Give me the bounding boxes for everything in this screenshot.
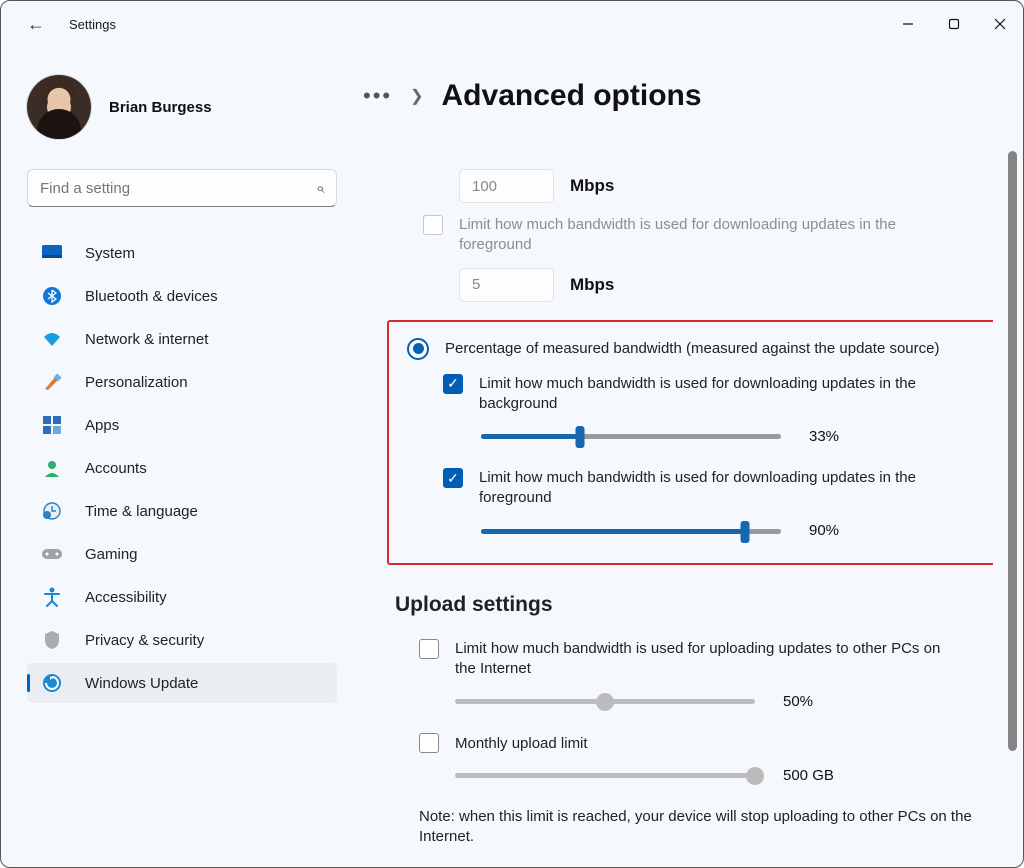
sidebar-item-label: Apps (85, 417, 119, 434)
bg-percent-value: 33% (809, 428, 869, 445)
wifi-icon (41, 328, 63, 350)
sidebar-item-label: Network & internet (85, 331, 208, 348)
mbps-unit: Mbps (570, 275, 614, 295)
page-title: Advanced options (442, 79, 702, 113)
bg-percent-checkbox[interactable]: ✓ (443, 374, 463, 394)
sidebar-item-apps[interactable]: Apps (27, 405, 337, 445)
monthly-limit-slider[interactable] (455, 765, 755, 785)
upload-limit-checkbox[interactable] (419, 639, 439, 659)
maximize-button[interactable] (931, 4, 977, 44)
fg-percent-value: 90% (809, 522, 869, 539)
search-icon: ⌕ (316, 180, 324, 197)
sidebar-item-label: Accounts (85, 460, 147, 477)
monthly-limit-checkbox[interactable] (419, 733, 439, 753)
fg-percent-slider[interactable] (481, 521, 781, 541)
fg-absolute-input[interactable] (459, 268, 554, 302)
titlebar: ← Settings (1, 1, 1023, 47)
sidebar-item-gaming[interactable]: Gaming (27, 534, 337, 574)
person-icon (41, 457, 63, 479)
sidebar-item-accessibility[interactable]: Accessibility (27, 577, 337, 617)
sidebar-item-label: Time & language (85, 503, 198, 520)
upload-heading: Upload settings (395, 593, 993, 617)
username: Brian Burgess (109, 99, 212, 116)
nav: System Bluetooth & devices Network & int… (27, 233, 337, 703)
update-icon (41, 672, 63, 694)
sidebar-item-network[interactable]: Network & internet (27, 319, 337, 359)
shield-icon (41, 629, 63, 651)
bg-absolute-input[interactable] (459, 169, 554, 203)
minimize-button[interactable] (885, 4, 931, 44)
fg-absolute-label: Limit how much bandwidth is used for dow… (459, 215, 959, 256)
avatar (27, 75, 91, 139)
gamepad-icon (41, 543, 63, 565)
scrollbar[interactable] (1008, 151, 1017, 857)
bg-percent-slider[interactable] (481, 426, 781, 446)
sidebar-item-label: System (85, 245, 135, 262)
apps-icon (41, 414, 63, 436)
sidebar: Brian Burgess ⌕ System Bluetooth & devic… (1, 47, 331, 867)
sidebar-item-label: Personalization (85, 374, 188, 391)
monthly-limit-label: Monthly upload limit (455, 735, 588, 752)
sidebar-item-windows-update[interactable]: Windows Update (27, 663, 337, 703)
monthly-limit-value: 500 GB (783, 767, 843, 784)
fg-absolute-checkbox[interactable] (423, 215, 443, 235)
app-title: Settings (69, 17, 116, 32)
back-button[interactable]: ← (27, 14, 45, 35)
sidebar-item-label: Privacy & security (85, 632, 204, 649)
search-input[interactable] (40, 180, 316, 197)
sidebar-item-label: Accessibility (85, 589, 167, 606)
upload-limit-slider[interactable] (455, 691, 755, 711)
sidebar-item-label: Windows Update (85, 675, 198, 692)
settings-window: ← Settings Brian Burgess ⌕ (0, 0, 1024, 868)
display-icon (41, 242, 63, 264)
breadcrumb-more-icon[interactable]: ••• (363, 83, 392, 109)
bg-percent-label: Limit how much bandwidth is used for dow… (479, 374, 979, 415)
sidebar-item-system[interactable]: System (27, 233, 337, 273)
chevron-right-icon: ❯ (410, 86, 423, 106)
sidebar-item-accounts[interactable]: Accounts (27, 448, 337, 488)
mbps-unit: Mbps (570, 176, 614, 196)
upload-limit-value: 50% (783, 693, 843, 710)
breadcrumb: ••• ❯ Advanced options (363, 79, 1023, 113)
close-button[interactable] (977, 4, 1023, 44)
content-area: Mbps Limit how much bandwidth is used fo… (363, 139, 993, 867)
user-block[interactable]: Brian Burgess (27, 75, 317, 139)
fg-percent-checkbox[interactable]: ✓ (443, 468, 463, 488)
percentage-radio-label: Percentage of measured bandwidth (measur… (445, 340, 939, 357)
sidebar-item-label: Bluetooth & devices (85, 288, 218, 305)
sidebar-item-label: Gaming (85, 546, 138, 563)
sidebar-item-privacy[interactable]: Privacy & security (27, 620, 337, 660)
upload-limit-label: Limit how much bandwidth is used for upl… (455, 639, 955, 680)
bluetooth-icon (41, 285, 63, 307)
sidebar-item-time-language[interactable]: Time & language (27, 491, 337, 531)
accessibility-icon (41, 586, 63, 608)
brush-icon (41, 371, 63, 393)
globe-clock-icon (41, 500, 63, 522)
sidebar-item-personalization[interactable]: Personalization (27, 362, 337, 402)
upload-note: Note: when this limit is reached, your d… (419, 807, 993, 848)
percentage-radio[interactable] (407, 338, 429, 360)
search-box[interactable]: ⌕ (27, 169, 337, 207)
fg-percent-label: Limit how much bandwidth is used for dow… (479, 468, 979, 509)
scroll-thumb[interactable] (1008, 151, 1017, 751)
main: ••• ❯ Advanced options Mbps Limit how mu… (331, 47, 1023, 867)
sidebar-item-bluetooth[interactable]: Bluetooth & devices (27, 276, 337, 316)
